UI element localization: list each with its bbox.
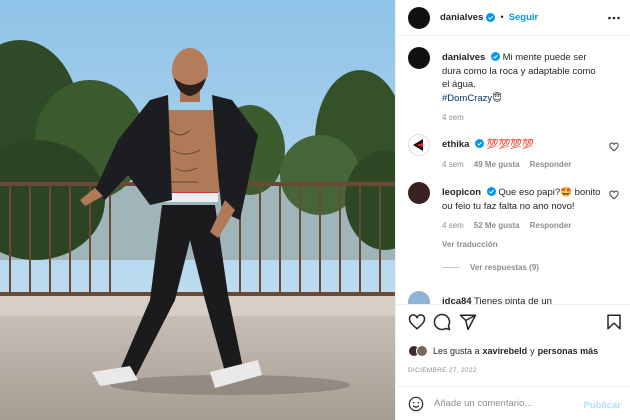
comment-time[interactable]: 4 sem (442, 219, 464, 233)
like-comment-heart-icon[interactable] (609, 142, 619, 152)
commenter-avatar[interactable] (408, 134, 430, 156)
author-username[interactable]: danialves (440, 12, 483, 23)
commenter-avatar[interactable] (408, 182, 430, 204)
post-side-panel: danialves • Seguir danialves Mi mente pu… (395, 0, 630, 420)
comment-meta: 4 sem 52 Me gusta Responder (442, 219, 602, 233)
likes-joiner: y (530, 346, 535, 356)
author-avatar[interactable] (408, 47, 430, 69)
comment-text: Tienes pinta de un (474, 296, 552, 304)
verified-badge-icon (490, 52, 500, 61)
caption-username[interactable]: danialves (442, 52, 485, 63)
comments-list[interactable]: danialves Mi mente puede ser dura como l… (396, 37, 630, 304)
ethika-logo-icon (413, 139, 423, 151)
verified-badge-icon (486, 13, 496, 22)
publish-button[interactable]: Publicar (584, 400, 622, 411)
comment-likes[interactable]: 49 Me gusta (474, 158, 520, 172)
comment-username[interactable]: ethika (442, 139, 469, 150)
caption-emoji: 😇 (492, 92, 503, 104)
likes-prefix: Les gusta a (433, 346, 480, 356)
comment-text: 💯💯💯💯 (486, 139, 535, 150)
emoji-icon[interactable] (408, 396, 424, 412)
add-comment-bar: Publicar (396, 386, 630, 420)
comment-username[interactable]: idca84 (442, 296, 472, 304)
add-comment-input[interactable] (434, 398, 584, 409)
header-separator: • (500, 12, 504, 23)
action-icons (408, 313, 623, 333)
verified-badge-icon (486, 187, 496, 196)
follow-button[interactable]: Seguir (509, 12, 539, 23)
verified-badge-icon (475, 139, 485, 148)
heart-icon[interactable] (408, 313, 426, 331)
comment-likes[interactable]: 52 Me gusta (474, 219, 520, 233)
post-date[interactable]: DICIEMBRE 27, 2022 (408, 367, 477, 374)
liker-avatar (416, 345, 428, 357)
comment-meta: 4 sem 49 Me gusta Responder (442, 158, 602, 172)
post-photo[interactable] (0, 0, 395, 420)
author-avatar[interactable] (408, 6, 430, 29)
liker-username[interactable]: xavirebeld (483, 346, 528, 356)
instagram-post-view: danialves • Seguir danialves Mi mente pu… (0, 0, 630, 420)
hashtag-link[interactable]: #DomCrazy (442, 93, 492, 104)
more-options-icon[interactable] (607, 11, 621, 25)
share-icon[interactable] (459, 313, 477, 331)
comment-icon[interactable] (433, 313, 451, 331)
comment-username[interactable]: leopicon (442, 187, 481, 198)
likes-others[interactable]: personas más (538, 346, 599, 356)
caption-meta: 4 sem (442, 111, 602, 125)
see-translation-link[interactable]: Ver traducción (442, 238, 602, 252)
commenter-avatar[interactable] (408, 291, 430, 304)
bookmark-icon[interactable] (605, 313, 623, 331)
view-replies-label: Ver respuestas (9) (470, 263, 539, 272)
comment-time[interactable]: 4 sem (442, 158, 464, 172)
caption-time[interactable]: 4 sem (442, 111, 464, 125)
likes-summary[interactable]: Les gusta a xavirebeld y personas más (408, 345, 598, 357)
post-header: danialves • Seguir (396, 0, 630, 36)
view-replies-button[interactable]: Ver respuestas (9) (442, 263, 539, 272)
like-comment-heart-icon[interactable] (609, 190, 619, 200)
replies-line (442, 267, 460, 268)
reply-button[interactable]: Responder (530, 219, 572, 233)
reply-button[interactable]: Responder (530, 158, 572, 172)
photo-illustration (0, 0, 395, 420)
